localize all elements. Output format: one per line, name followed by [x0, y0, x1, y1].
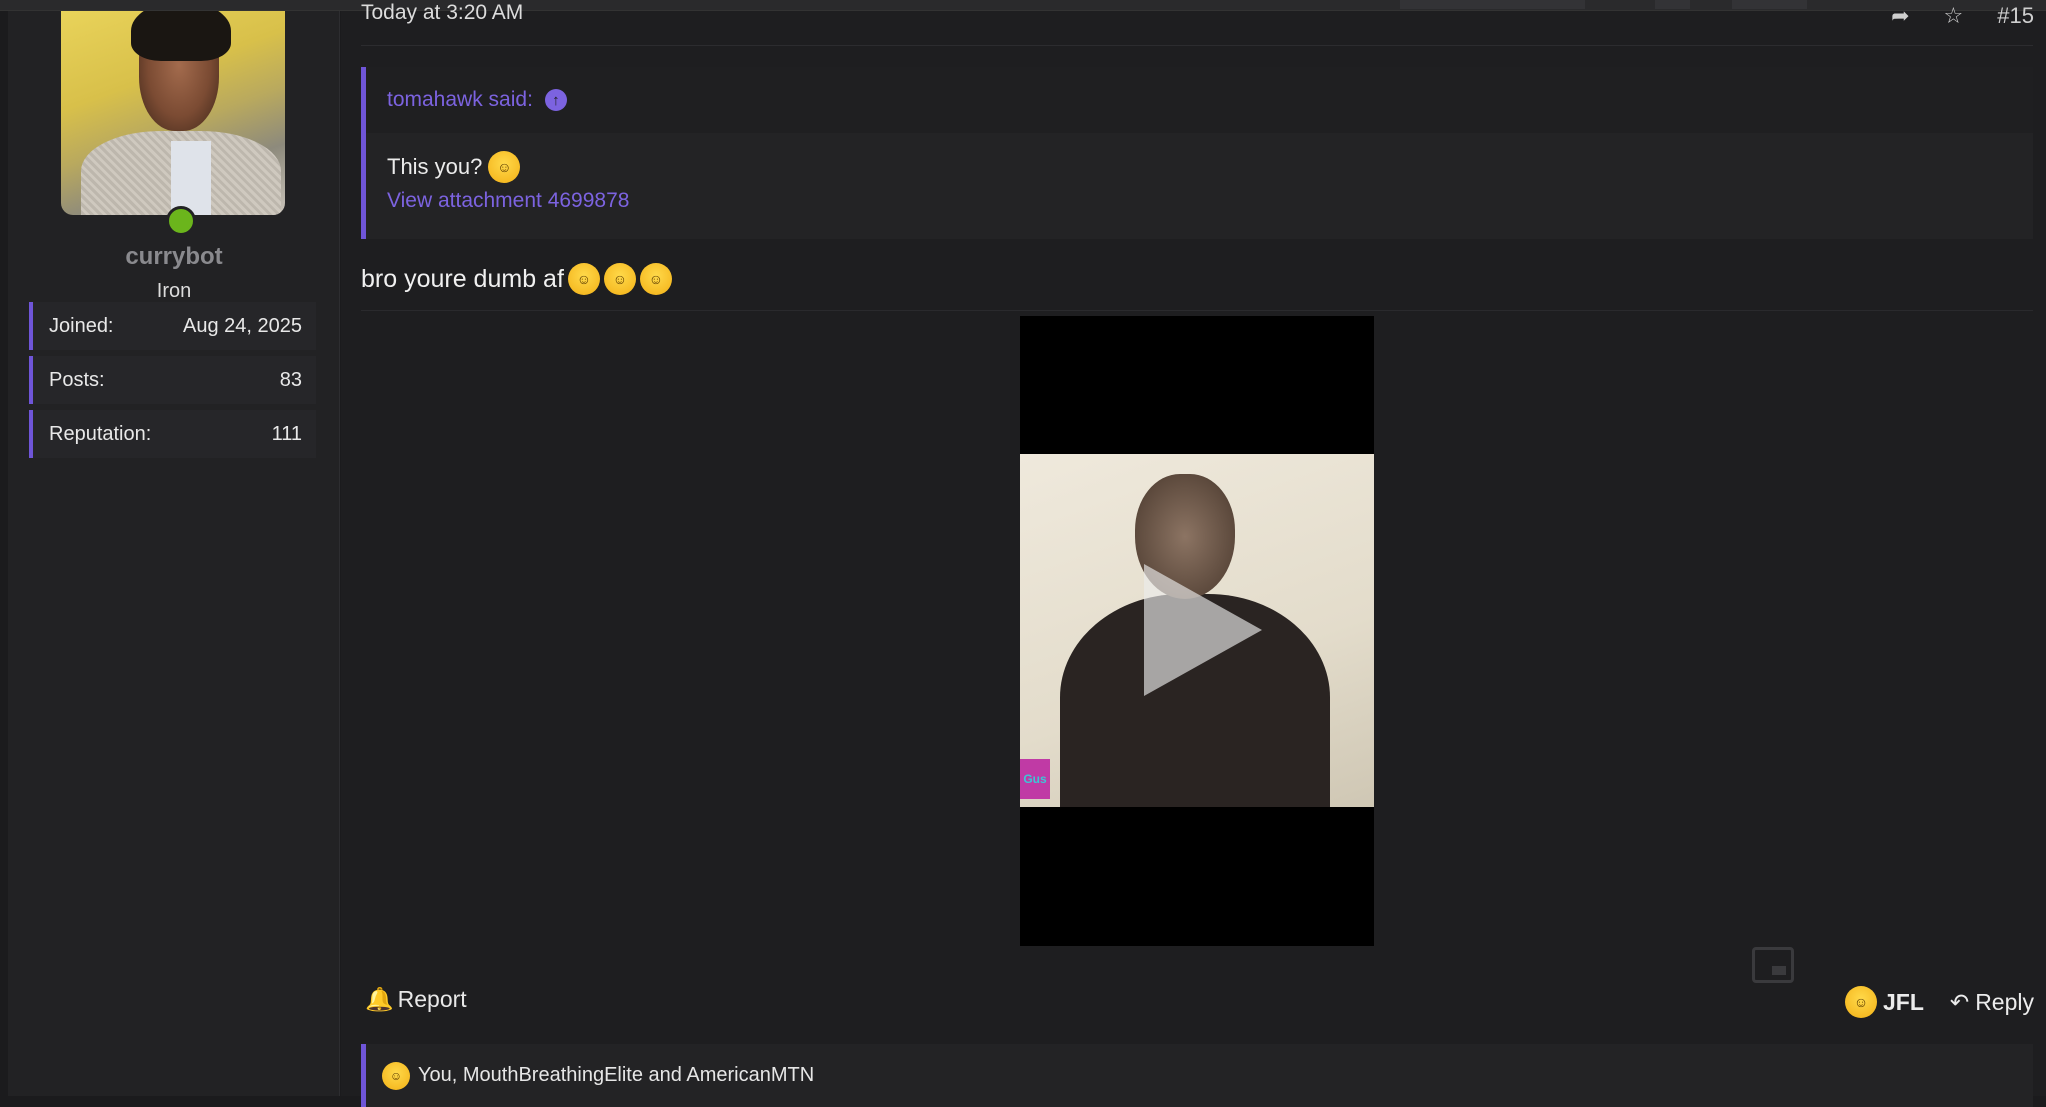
- report-label: Report: [397, 986, 467, 1012]
- message-body: bro youre dumb af: [361, 264, 564, 293]
- video-player[interactable]: Gus: [1020, 316, 1374, 946]
- picture-in-picture-icon[interactable]: [1752, 947, 1794, 983]
- quote-block: tomahawk said: ↑ This you? ☺ View attach…: [361, 67, 2033, 239]
- message-text: bro youre dumb af ☺ ☺ ☺: [361, 263, 672, 295]
- joy-emoji-icon: ☺: [567, 263, 600, 295]
- stat-value: Aug 24, 2025: [183, 314, 302, 337]
- stat-label: Reputation:: [49, 422, 152, 445]
- jfl-reaction-button[interactable]: ☺ JFL: [1845, 986, 1924, 1018]
- reactions-text[interactable]: You, MouthBreathingElite and AmericanMTN: [418, 1064, 814, 1087]
- share-icon[interactable]: ➦: [1891, 3, 1909, 29]
- user-rank: Iron: [156, 280, 192, 302]
- joy-emoji-icon: ☺: [1845, 986, 1878, 1018]
- reply-button[interactable]: ↶ Reply: [1950, 989, 2034, 1016]
- joy-emoji-icon: ☺: [382, 1061, 410, 1090]
- stat-value: 83: [279, 368, 302, 391]
- stat-label: Posts:: [49, 368, 105, 391]
- avatar-hair: [131, 11, 231, 61]
- quote-content: This you? ☺ View attachment 4699878: [366, 133, 2033, 213]
- stat-posts: Posts: 83: [29, 356, 316, 404]
- reply-label: Reply: [1975, 988, 2034, 1015]
- post-header-icons: ➦ ☆ #15: [1891, 3, 2034, 29]
- jfl-label: JFL: [1883, 988, 1924, 1015]
- stat-joined: Joined: Aug 24, 2025: [29, 302, 316, 350]
- stat-value: 111: [271, 422, 302, 445]
- video-logo-icon: Gus: [1020, 759, 1050, 799]
- post-timestamp[interactable]: Today at 3:20 AM: [361, 1, 523, 25]
- reactions-bar[interactable]: ☺ You, MouthBreathingElite and AmericanM…: [361, 1044, 2033, 1107]
- bell-icon: 🔔: [365, 986, 394, 1012]
- username[interactable]: currybot: [8, 243, 340, 271]
- post-body: Today at 3:20 AM ➦ ☆ #15 tomahawk said: …: [341, 1, 2046, 1107]
- top-bar-segment: [1732, 0, 1807, 9]
- stat-reputation: Reputation: 111: [29, 410, 316, 458]
- bookmark-star-icon[interactable]: ☆: [1944, 3, 1964, 29]
- reply-arrow-icon: ↶: [1949, 988, 1970, 1015]
- quote-header: tomahawk said: ↑: [366, 67, 2033, 133]
- online-status-icon: [166, 206, 196, 236]
- top-bar-segment: [1655, 0, 1690, 9]
- divider: [361, 310, 2033, 311]
- post-number[interactable]: #15: [1997, 3, 2034, 29]
- stat-label: Joined:: [49, 314, 114, 337]
- report-button[interactable]: 🔔 Report: [365, 986, 467, 1013]
- top-bar-segment: [1400, 0, 1585, 9]
- quote-author[interactable]: tomahawk said:: [387, 88, 533, 112]
- joy-emoji-icon: ☺: [639, 263, 672, 295]
- user-sidebar: currybot Iron Joined: Aug 24, 2025 Posts…: [8, 11, 340, 1096]
- avatar-shirt: [171, 141, 211, 215]
- attachment-link[interactable]: View attachment 4699878: [387, 189, 2033, 213]
- post-actions: ☺ JFL ↶ Reply: [1845, 986, 2034, 1018]
- joy-emoji-icon: ☺: [488, 151, 521, 183]
- avatar[interactable]: [61, 11, 285, 215]
- play-icon[interactable]: [1144, 564, 1262, 696]
- quote-text: This you?: [387, 154, 483, 179]
- top-bar: [0, 0, 2046, 11]
- joy-emoji-icon: ☺: [603, 263, 636, 295]
- divider: [361, 45, 2033, 46]
- arrow-up-icon[interactable]: ↑: [544, 89, 567, 111]
